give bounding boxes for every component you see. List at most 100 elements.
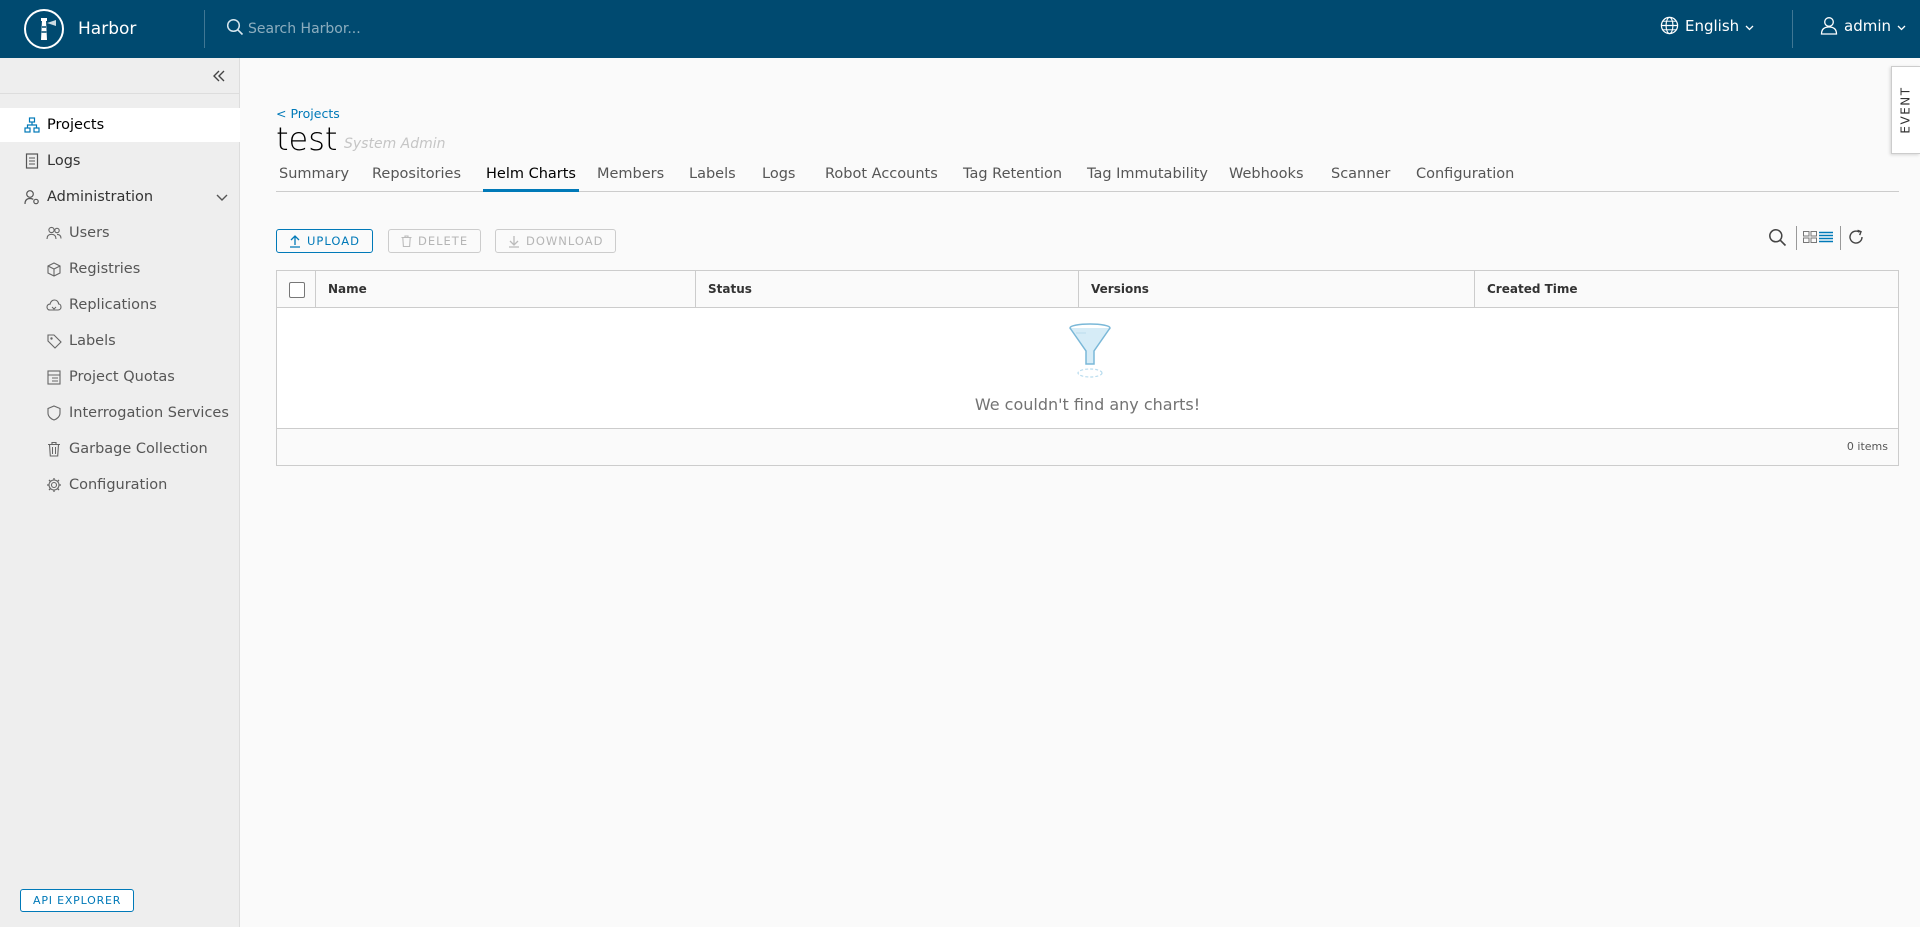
chevron-down-icon: [216, 190, 228, 206]
filter-empty-icon: [1068, 323, 1112, 385]
upload-icon: [289, 234, 301, 248]
double-chevron-left-icon: [213, 70, 225, 82]
trash-icon: [46, 441, 62, 457]
column-header-versions[interactable]: Versions: [1078, 271, 1474, 308]
tab-logs[interactable]: Logs: [762, 160, 795, 192]
sidebar-item-configuration[interactable]: Configuration: [0, 468, 240, 502]
tab-repositories[interactable]: Repositories: [372, 160, 461, 192]
empty-state-message: We couldn't find any charts!: [974, 395, 1201, 414]
replications-icon: [46, 297, 62, 313]
datagrid-header: Name Status Versions Created Time: [277, 271, 1898, 308]
sidebar-item-logs[interactable]: Logs: [0, 144, 240, 178]
brand[interactable]: Harbor: [24, 9, 136, 49]
delete-label: DELETE: [418, 234, 469, 248]
search-icon[interactable]: [1768, 228, 1787, 247]
header-divider: [1792, 10, 1793, 48]
chevron-down-icon: [1745, 17, 1754, 35]
sidebar-item-registries[interactable]: Registries: [0, 252, 240, 286]
tab-configuration[interactable]: Configuration: [1416, 160, 1514, 192]
administration-icon: [24, 189, 40, 205]
quotas-icon: [46, 369, 62, 385]
projects-icon: [24, 117, 40, 133]
upload-label: UPLOAD: [307, 234, 360, 248]
chevron-down-icon: [1897, 17, 1906, 35]
sidebar-item-label: Logs: [47, 153, 81, 169]
sidebar-item-label: Interrogation Services: [69, 405, 229, 421]
refresh-icon[interactable]: [1847, 228, 1865, 246]
language-selector[interactable]: English: [1660, 16, 1754, 35]
column-header-status[interactable]: Status: [695, 271, 1078, 308]
globe-icon: [1660, 16, 1679, 35]
logs-icon: [24, 153, 40, 169]
column-header-name[interactable]: Name: [315, 271, 695, 308]
delete-button[interactable]: DELETE: [388, 229, 482, 253]
toolbar-divider: [1796, 226, 1797, 250]
collapse-sidebar-button[interactable]: [209, 66, 229, 86]
datagrid-footer: 0 items: [277, 428, 1898, 465]
registries-icon: [46, 261, 62, 277]
top-header: Harbor English admin: [0, 0, 1920, 58]
sidebar-item-project-quotas[interactable]: Project Quotas: [0, 360, 240, 394]
gear-icon: [46, 477, 62, 493]
shield-icon: [46, 405, 62, 421]
card-view-icon[interactable]: [1803, 231, 1817, 243]
toolbar-divider: [1840, 226, 1841, 250]
upload-button[interactable]: UPLOAD: [276, 229, 373, 253]
tab-labels[interactable]: Labels: [689, 160, 736, 192]
event-panel-tab[interactable]: EVENT: [1891, 66, 1920, 154]
sidebar-item-label: Users: [69, 225, 110, 241]
sidebar-collapse-row: [0, 58, 239, 94]
header-divider: [204, 10, 205, 48]
tab-members[interactable]: Members: [597, 160, 664, 192]
list-view-icon[interactable]: [1819, 231, 1833, 243]
download-button[interactable]: DOWNLOAD: [495, 229, 617, 253]
tab-tag-retention[interactable]: Tag Retention: [963, 160, 1062, 192]
tag-icon: [46, 333, 62, 349]
tab-webhooks[interactable]: Webhooks: [1229, 160, 1304, 192]
sidebar-item-label: Garbage Collection: [69, 441, 208, 457]
tab-scanner[interactable]: Scanner: [1331, 160, 1390, 192]
global-search[interactable]: [226, 16, 548, 42]
user-menu[interactable]: admin: [1820, 16, 1906, 35]
trash-icon: [401, 235, 412, 247]
sidebar-item-labels[interactable]: Labels: [0, 324, 240, 358]
event-panel-label: EVENT: [1899, 86, 1913, 134]
users-icon: [46, 225, 62, 241]
sidebar-item-garbage-collection[interactable]: Garbage Collection: [0, 432, 240, 466]
sidebar-item-label: Replications: [69, 297, 157, 313]
download-label: DOWNLOAD: [526, 234, 604, 248]
column-header-created-time[interactable]: Created Time: [1474, 271, 1898, 308]
download-icon: [508, 235, 520, 248]
search-icon: [226, 18, 244, 40]
sidebar-item-label: Configuration: [69, 477, 168, 493]
select-all-checkbox[interactable]: [289, 282, 305, 298]
language-label: English: [1685, 16, 1740, 35]
charts-datagrid: Name Status Versions Created Time We cou…: [276, 270, 1899, 466]
user-icon: [1820, 16, 1838, 35]
sidebar-item-label: Project Quotas: [69, 369, 175, 385]
harbor-logo-icon: [24, 9, 64, 49]
page-title: test: [276, 120, 338, 158]
tab-robot-accounts[interactable]: Robot Accounts: [825, 160, 938, 192]
sidebar-item-administration[interactable]: Administration: [0, 180, 240, 214]
tab-tag-immutability[interactable]: Tag Immutability: [1087, 160, 1208, 192]
sidebar-item-label: Administration: [47, 189, 154, 205]
brand-name: Harbor: [78, 19, 137, 39]
sidebar-item-replications[interactable]: Replications: [0, 288, 240, 322]
sidebar-item-label: Registries: [69, 261, 141, 277]
tab-summary[interactable]: Summary: [279, 160, 349, 192]
sidebar-item-label: Projects: [47, 117, 105, 133]
item-count: 0 items: [1846, 440, 1888, 453]
project-role: System Admin: [344, 136, 446, 152]
api-explorer-button[interactable]: API EXPLORER: [20, 889, 135, 912]
sidebar: Projects Logs Administration Users Regis…: [0, 58, 240, 927]
user-name: admin: [1844, 16, 1891, 35]
sidebar-item-interrogation-services[interactable]: Interrogation Services: [0, 396, 240, 430]
sidebar-item-users[interactable]: Users: [0, 216, 240, 250]
sidebar-item-projects[interactable]: Projects: [0, 108, 240, 142]
project-tabs: Summary Repositories Helm Charts Members…: [276, 160, 1899, 192]
tab-helm-charts[interactable]: Helm Charts: [483, 160, 579, 192]
breadcrumb[interactable]: < Projects: [276, 106, 340, 121]
search-input[interactable]: [248, 21, 548, 37]
sidebar-item-label: Labels: [69, 333, 116, 349]
